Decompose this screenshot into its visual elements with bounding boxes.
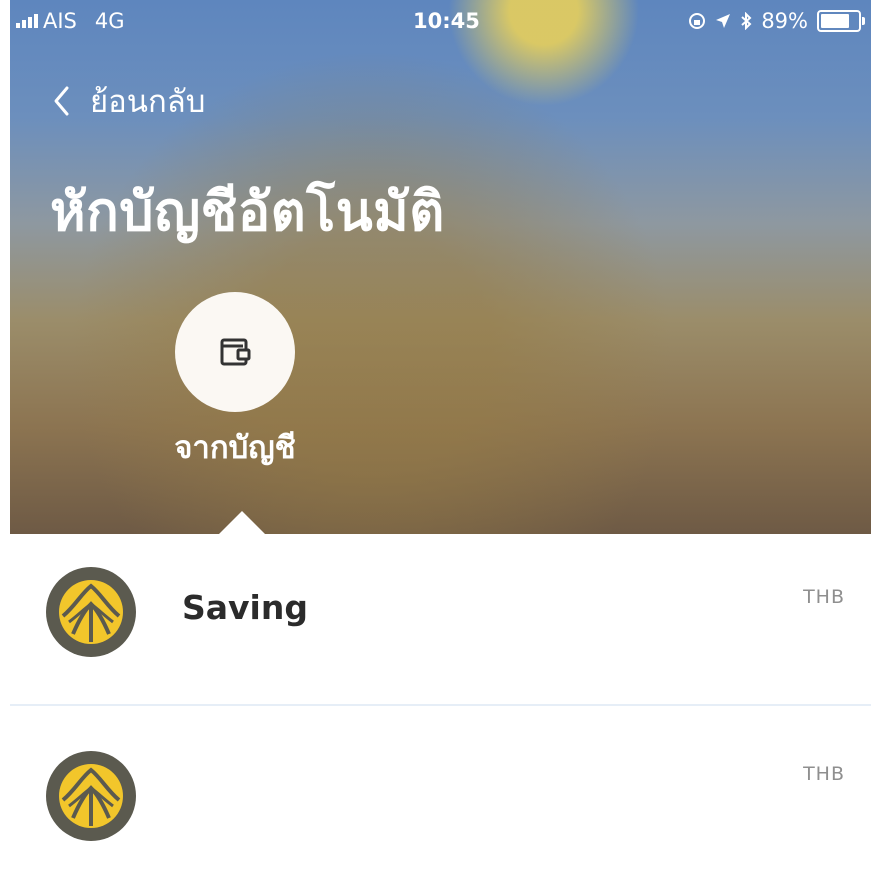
network-type: 4G bbox=[94, 9, 125, 33]
chevron-left-icon bbox=[54, 86, 69, 116]
rotation-lock-icon bbox=[689, 13, 706, 29]
header-banner: AIS 4G 10:45 89% ย้อนกลับ หักบัญชีอัตโนม… bbox=[10, 0, 871, 534]
signal-icon bbox=[16, 14, 38, 28]
account-row[interactable]: Saving THB bbox=[10, 534, 871, 684]
krungsri-logo-icon bbox=[46, 567, 136, 657]
account-name: Saving bbox=[182, 588, 308, 627]
from-account-label: จากบัญชี bbox=[174, 430, 296, 466]
carrier-name: AIS bbox=[43, 9, 77, 33]
back-button[interactable]: ย้อนกลับ bbox=[52, 76, 205, 126]
wallet-icon bbox=[220, 338, 251, 366]
status-time: 10:45 bbox=[413, 9, 480, 33]
status-bar: AIS 4G 10:45 89% bbox=[10, 0, 871, 40]
back-label: ย้อนกลับ bbox=[90, 84, 206, 120]
status-right: 89% bbox=[688, 9, 865, 33]
battery-percent: 89% bbox=[761, 9, 808, 33]
app-screen: AIS 4G 10:45 89% ย้อนกลับ หักบัญชีอัตโนม… bbox=[0, 0, 871, 881]
krungsri-logo-icon bbox=[46, 751, 136, 841]
status-left: AIS 4G bbox=[16, 9, 125, 33]
account-currency: THB bbox=[803, 586, 845, 608]
bluetooth-icon bbox=[741, 12, 752, 30]
from-account-circle bbox=[175, 292, 295, 412]
selection-pointer bbox=[218, 511, 266, 534]
page-title: หักบัญชีอัตโนมัติ bbox=[50, 180, 445, 243]
battery-icon bbox=[817, 10, 865, 32]
account-list: Saving THB THB bbox=[10, 534, 871, 881]
from-account-tab[interactable]: จากบัญชี bbox=[150, 292, 320, 472]
account-row[interactable]: THB bbox=[10, 706, 871, 881]
location-icon bbox=[716, 14, 731, 28]
account-currency: THB bbox=[803, 763, 845, 785]
